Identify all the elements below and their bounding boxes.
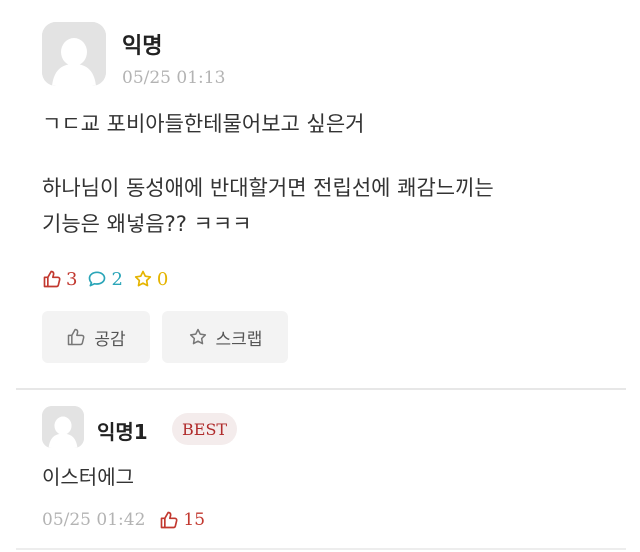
comment-count-value: 2: [111, 268, 123, 290]
scrap-button-label: 스크랩: [215, 329, 263, 350]
like-count-value: 3: [66, 268, 78, 290]
thumbs-up-icon: [161, 511, 178, 529]
comment-author: 익명1: [97, 420, 148, 444]
star-icon: [134, 270, 152, 287]
post-body: 하나님이 동성애에 반대할거면 전립선에 쾌감느끼는 기능은 왜넣음?? ㅋㅋㅋ: [42, 170, 602, 242]
like-button-label: 공감: [94, 329, 126, 350]
best-badge: BEST: [172, 413, 238, 445]
comment-meta: 05/25 01:42 15: [42, 506, 205, 534]
post-title: ㄱㄷ교 포비아들한테물어보고 싶은거: [42, 112, 365, 136]
comment-like-button[interactable]: 15: [159, 510, 205, 530]
star-icon: [189, 328, 206, 345]
like-count: 3: [42, 269, 77, 290]
comment-count: 2: [87, 268, 123, 290]
thumbs-up-icon: [68, 328, 85, 346]
comment-time: 05/25 01:42: [42, 510, 146, 530]
speech-bubble-icon: [89, 271, 106, 287]
author-avatar: [42, 22, 106, 86]
like-button[interactable]: 공감: [42, 311, 150, 363]
comment-text: 이스터에그: [42, 465, 134, 489]
post-body-line: 기능은 왜넣음?? ㅋㅋㅋ: [42, 212, 252, 236]
divider: [16, 388, 626, 390]
post-author: 익명: [122, 34, 163, 59]
post-time: 05/25 01:13: [122, 68, 226, 88]
scrap-count-value: 0: [156, 268, 169, 290]
scrap-button[interactable]: 스크랩: [162, 311, 288, 363]
post-body-line: 하나님이 동성애에 반대할거면 전립선에 쾌감느끼는: [42, 176, 494, 200]
scrap-count: 0: [133, 269, 168, 290]
comment-avatar: [42, 406, 84, 448]
default-avatar-icon: [42, 406, 84, 448]
default-avatar-icon: [42, 22, 106, 86]
thumbs-up-icon: [43, 270, 61, 288]
post-stats: 3 2 0: [42, 266, 178, 292]
post: 익명 05/25 01:13 ㄱㄷ교 포비아들한테물어보고 싶은거 하나님이 동…: [0, 0, 640, 390]
divider: [16, 548, 626, 550]
comment-like-count: 15: [183, 510, 206, 530]
